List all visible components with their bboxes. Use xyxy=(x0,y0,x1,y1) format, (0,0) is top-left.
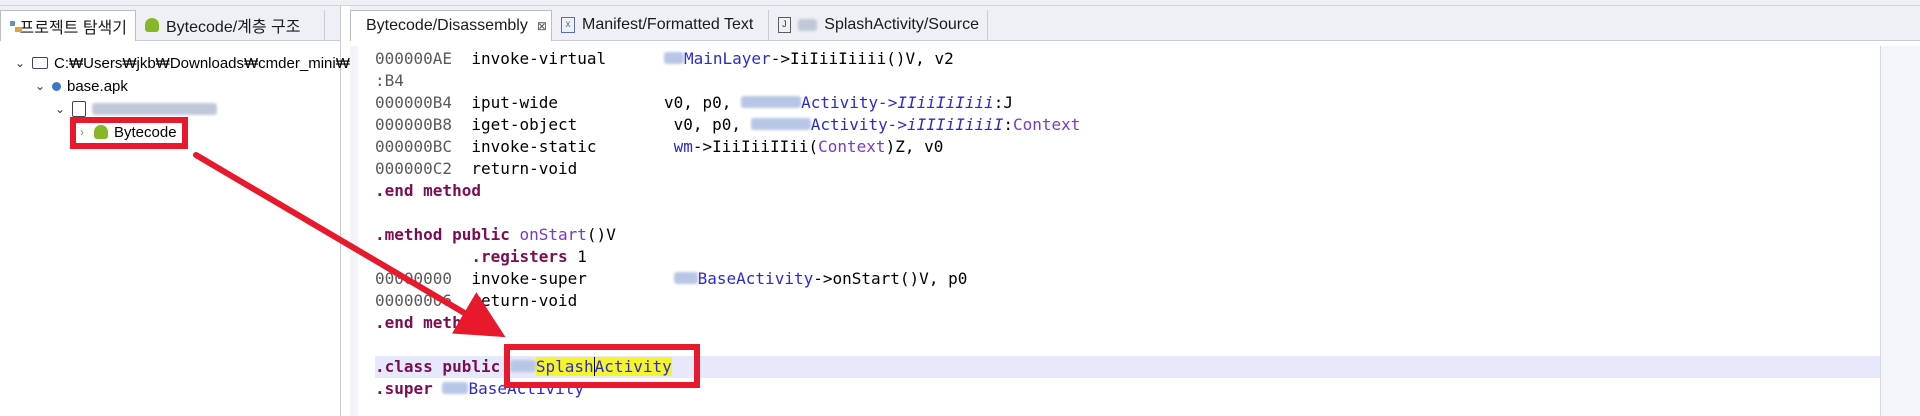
annotation-arrow xyxy=(193,152,506,338)
